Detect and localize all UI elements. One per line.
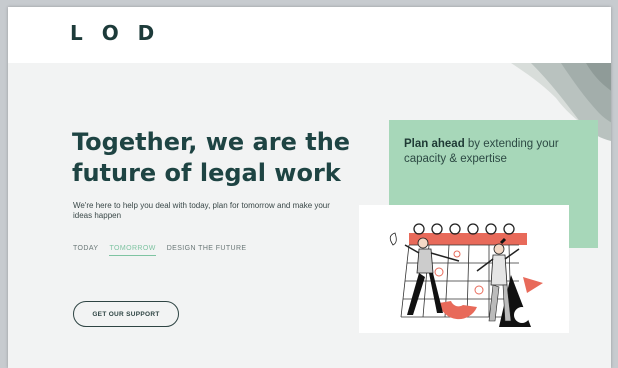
calendar-planning-illustration-icon xyxy=(389,223,543,327)
tab-design-the-future[interactable]: DESIGN THE FUTURE xyxy=(167,245,247,256)
hero-headline: Together, we are the future of legal wor… xyxy=(72,128,351,187)
plan-ahead-text: Plan ahead by extending your capacity & … xyxy=(404,137,584,167)
get-support-button[interactable]: GET OUR SUPPORT xyxy=(73,301,179,327)
site-header: L O D xyxy=(8,7,611,63)
illustration-card xyxy=(359,205,569,333)
tab-tomorrow[interactable]: TOMORROW xyxy=(109,245,156,256)
hero-subtext: We're here to help you deal with today, … xyxy=(73,201,330,220)
topic-tabs: TODAY TOMORROW DESIGN THE FUTURE xyxy=(73,245,247,256)
lod-logo[interactable]: L O D xyxy=(70,21,160,45)
page: L O D Together, we are the future of leg… xyxy=(8,7,611,368)
plan-ahead-bold: Plan ahead xyxy=(404,138,465,150)
tab-today[interactable]: TODAY xyxy=(73,245,98,256)
